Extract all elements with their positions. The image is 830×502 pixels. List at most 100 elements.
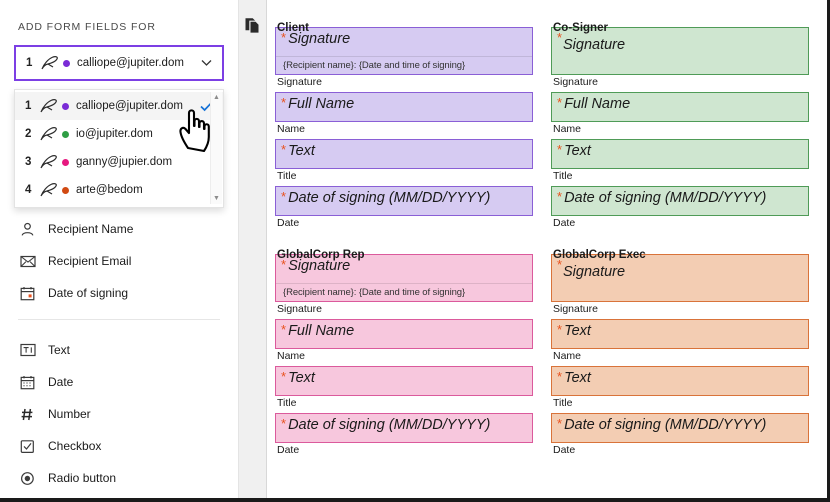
- radio-button-icon: [20, 471, 48, 486]
- role-title: GlobalCorp Rep: [277, 249, 365, 261]
- document-canvas: Client * Signature {Recipient name}: {Da…: [267, 0, 827, 498]
- form-field-date[interactable]: * Date of signing (MM/DD/YYYY): [275, 186, 533, 216]
- sidebar-item-label: Checkbox: [48, 439, 102, 453]
- required-marker: *: [281, 142, 287, 157]
- field-caption: Name: [277, 350, 306, 362]
- form-field-name[interactable]: * Full Name: [275, 319, 533, 349]
- form-field-title[interactable]: * Text: [551, 139, 809, 169]
- form-field-title[interactable]: * Text: [275, 139, 533, 169]
- sidebar-item-label: Number: [48, 407, 91, 421]
- required-marker: *: [281, 95, 287, 110]
- form-field-name[interactable]: * Full Name: [551, 92, 809, 122]
- dropdown-option[interactable]: 1 calliope@jupiter.dom: [15, 92, 223, 120]
- required-marker: *: [281, 369, 287, 384]
- form-field-signature[interactable]: * Signature: [551, 27, 809, 75]
- sidebar-item-text[interactable]: Text: [14, 334, 224, 366]
- field-caption: Date: [277, 217, 300, 229]
- chevron-down-icon[interactable]: [198, 59, 214, 67]
- signature-pen-icon: [38, 154, 62, 170]
- form-field-signature[interactable]: * Signature: [551, 254, 809, 302]
- form-field-title[interactable]: * Text: [275, 366, 533, 396]
- field-value: Signature: [563, 264, 626, 280]
- calendar-icon: [20, 286, 48, 301]
- recipient-color-dot: [62, 130, 69, 138]
- dropdown-option[interactable]: 4 arte@bedom: [15, 176, 223, 204]
- field-caption: Title: [277, 170, 297, 182]
- sidebar-item-radio-button[interactable]: Radio button: [14, 462, 224, 494]
- sidebar-item-label: Date: [48, 375, 74, 389]
- signature-pen-icon: [39, 55, 63, 71]
- recipient-email: io@jupiter.dom: [76, 128, 153, 140]
- page-title: ADD FORM FIELDS FOR: [18, 21, 156, 33]
- signature-pen-icon: [38, 126, 62, 142]
- recipient-email: arte@bedom: [76, 184, 143, 196]
- sidebar-item-label: Text: [48, 343, 71, 357]
- sidebar-item-checkbox[interactable]: Checkbox: [14, 430, 224, 462]
- field-caption: Title: [277, 397, 297, 409]
- field-value: Signature: [563, 37, 626, 53]
- dropdown-option[interactable]: 2 io@jupiter.dom: [15, 120, 223, 148]
- required-marker: *: [281, 189, 287, 204]
- recipient-color-dot: [62, 102, 69, 110]
- form-field-date[interactable]: * Date of signing (MM/DD/YYYY): [551, 186, 809, 216]
- sidebar-item-number[interactable]: Number: [14, 398, 224, 430]
- sidebar-item-recipient-name[interactable]: Recipient Name: [14, 213, 224, 245]
- hash-number-icon: [20, 407, 48, 422]
- form-field-date[interactable]: * Date of signing (MM/DD/YYYY): [275, 413, 533, 443]
- form-field-date[interactable]: * Date of signing (MM/DD/YYYY): [551, 413, 809, 443]
- form-field-name[interactable]: * Full Name: [275, 92, 533, 122]
- dropdown-option[interactable]: 3 ganny@jupier.dom: [15, 148, 223, 176]
- sidebar-panel: ADD FORM FIELDS FOR 1 calliope@jupiter.d…: [0, 0, 238, 498]
- field-caption: Name: [553, 123, 582, 135]
- required-marker: *: [557, 322, 563, 337]
- form-field-signature[interactable]: * Signature {Recipient name}: {Date and …: [275, 254, 533, 302]
- sidebar-item-label: Recipient Name: [48, 222, 134, 236]
- sidebar-divider: [18, 319, 220, 320]
- person-icon: [20, 222, 48, 237]
- field-value: Text: [564, 143, 591, 159]
- recipient-email: ganny@jupier.dom: [76, 156, 173, 168]
- field-caption: Date: [553, 217, 576, 229]
- dropdown-scrollbar[interactable]: ▲ ▼: [210, 92, 222, 204]
- role-block-client: Client * Signature {Recipient name}: {Da…: [275, 22, 533, 233]
- recipient-dropdown-list[interactable]: 1 calliope@jupiter.dom 2 io@jupiter.dom: [14, 89, 224, 208]
- sidebar-item-label: Date of signing: [48, 286, 129, 300]
- duplicate-pages-icon[interactable]: [244, 16, 261, 40]
- field-value: Text: [564, 370, 591, 386]
- required-marker: *: [557, 369, 563, 384]
- required-marker: *: [281, 416, 287, 431]
- recipient-email: calliope@jupiter.dom: [77, 57, 184, 69]
- field-caption: Date: [553, 444, 576, 456]
- role-block-globalcorp-rep: GlobalCorp Rep * Signature {Recipient na…: [275, 249, 533, 460]
- text-field-icon: [20, 343, 48, 357]
- signature-subline: {Recipient name}: {Date and time of sign…: [276, 56, 532, 74]
- form-field-name[interactable]: * Text: [551, 319, 809, 349]
- recipient-number: 1: [25, 100, 32, 112]
- sidebar-item-date[interactable]: Date: [14, 366, 224, 398]
- field-caption: Signature: [553, 303, 598, 315]
- field-value: Full Name: [564, 96, 631, 112]
- scroll-up-arrow-icon[interactable]: ▲: [213, 94, 220, 101]
- form-field-title[interactable]: * Text: [551, 366, 809, 396]
- field-caption: Date: [277, 444, 300, 456]
- role-block-co-signer: Co-Signer * Signature Signature * Full N…: [551, 22, 809, 233]
- sidebar-item-label: Recipient Email: [48, 254, 132, 268]
- recipient-number: 3: [25, 156, 32, 168]
- role-title: GlobalCorp Exec: [553, 249, 646, 261]
- sidebar-item-date-of-signing[interactable]: Date of signing: [14, 277, 224, 309]
- role-title: Client: [277, 22, 309, 34]
- field-value: Date of signing (MM/DD/YYYY): [288, 190, 491, 206]
- field-caption: Signature: [277, 303, 322, 315]
- form-field-signature[interactable]: * Signature {Recipient name}: {Date and …: [275, 27, 533, 75]
- required-marker: *: [557, 189, 563, 204]
- field-caption: Signature: [553, 76, 598, 88]
- scroll-down-arrow-icon[interactable]: ▼: [213, 195, 220, 202]
- sidebar-item-recipient-email[interactable]: Recipient Email: [14, 245, 224, 277]
- recipient-combobox[interactable]: 1 calliope@jupiter.dom: [14, 45, 224, 81]
- field-value: Full Name: [288, 323, 355, 339]
- field-value: Text: [288, 143, 315, 159]
- form-field-editor: ADD FORM FIELDS FOR 1 calliope@jupiter.d…: [0, 0, 830, 502]
- field-caption: Signature: [277, 76, 322, 88]
- required-marker: *: [557, 416, 563, 431]
- role-block-globalcorp-exec: GlobalCorp Exec * Signature Signature * …: [551, 249, 809, 460]
